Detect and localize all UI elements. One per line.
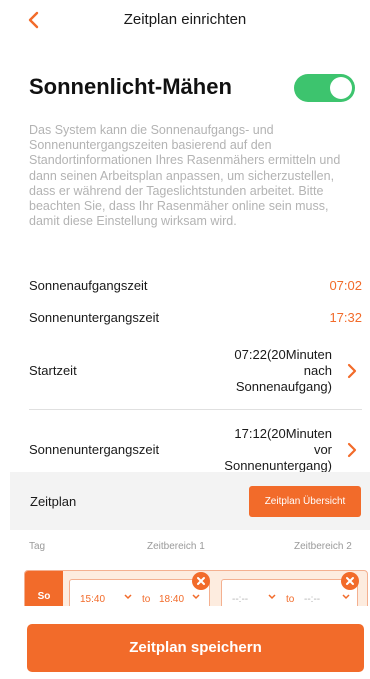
chevron-down-icon <box>342 594 350 600</box>
sunrise-row: Sonnenaufgangszeit 07:02 <box>29 278 362 293</box>
sunrise-label: Sonnenaufgangszeit <box>29 278 148 293</box>
end-time-value: 17:12(20Minuten vor Sonnenuntergang) <box>202 426 332 474</box>
clear-range-2-button[interactable] <box>341 572 359 590</box>
start-time-row[interactable]: Startzeit 07:22(20Minuten nach Sonnenauf… <box>29 345 362 405</box>
range-1-to-word: to <box>142 594 151 605</box>
range-2-start[interactable]: --:-- <box>232 594 248 605</box>
end-time-line: 17:12(20Minuten <box>234 426 332 441</box>
chevron-down-icon <box>124 594 132 600</box>
range-1-start[interactable]: 15:40 <box>80 594 105 605</box>
start-time-line: 07:22(20Minuten <box>234 347 332 362</box>
schedule-overview-button[interactable]: Zeitplan Übersicht <box>249 486 361 517</box>
page-title: Zeitplan einrichten <box>123 11 247 28</box>
toggle-knob <box>330 77 352 99</box>
divider <box>29 409 362 410</box>
start-time-line: Sonnenaufgang) <box>235 379 332 394</box>
sunlight-mowing-heading: Sonnenlicht-Mähen <box>29 74 232 99</box>
close-icon <box>346 577 354 585</box>
start-time-value: 07:22(20Minuten nach Sonnenaufgang) <box>202 347 332 395</box>
schedule-bar: Zeitplan Zeitplan Übersicht <box>10 472 370 530</box>
sunrise-value: 07:02 <box>329 278 362 293</box>
range-1-end[interactable]: 18:40 <box>159 594 184 605</box>
range-2-to-word: to <box>286 594 295 605</box>
end-time-label: Sonnenuntergangszeit <box>29 442 160 457</box>
chevron-right-icon <box>347 442 357 458</box>
sunset-row: Sonnenuntergangszeit 17:32 <box>29 310 362 325</box>
range-2-end[interactable]: --:-- <box>304 594 320 605</box>
start-time-line: nach <box>303 363 332 378</box>
sunset-value: 17:32 <box>329 310 362 325</box>
column-header-day: Tag <box>29 541 46 552</box>
column-header-range-1: Zeitbereich 1 <box>147 541 205 552</box>
sunset-label: Sonnenuntergangszeit <box>29 310 160 325</box>
top-bar: Zeitplan einrichten <box>0 0 370 40</box>
start-time-label: Startzeit <box>29 363 77 378</box>
chevron-right-icon <box>347 363 357 379</box>
sunlight-description: Das System kann die Sonnenaufgangs- und … <box>29 123 341 229</box>
save-schedule-button[interactable]: Zeitplan speichern <box>27 624 364 672</box>
schedule-label: Zeitplan <box>30 494 77 509</box>
chevron-down-icon <box>192 594 200 600</box>
close-icon <box>197 577 205 585</box>
end-time-line: vor <box>313 442 332 457</box>
clear-range-1-button[interactable] <box>192 572 210 590</box>
column-header-range-2: Zeitbereich 2 <box>294 541 352 552</box>
sunlight-mowing-toggle[interactable] <box>294 74 355 102</box>
chevron-down-icon <box>268 594 276 600</box>
